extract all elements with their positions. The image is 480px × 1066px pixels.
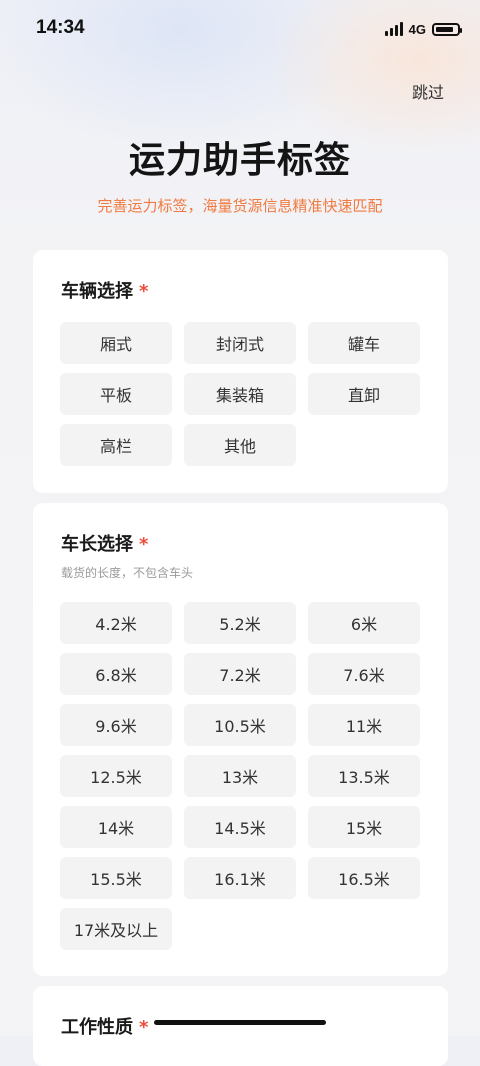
vehicle-type-chip[interactable]: 封闭式: [184, 322, 296, 364]
vehicle-section-label: 车辆选择: [61, 281, 133, 302]
status-icons: 4G: [384, 20, 462, 38]
vehicle-type-chip[interactable]: 直卸: [308, 373, 420, 415]
vehicle-length-chip[interactable]: 12.5米: [60, 755, 172, 797]
length-hint: 载货的长度，不包含车头: [61, 566, 194, 580]
vehicle-type-chip[interactable]: 集装箱: [184, 373, 296, 415]
vehicle-type-chip[interactable]: 高栏: [60, 424, 172, 466]
vehicle-length-options: 4.2米 5.2米 6米 6.8米 7.2米 7.6米 9.6米 10.5米 11米 12.5米 1…: [60, 602, 422, 950]
skip-button[interactable]: 跳过: [412, 79, 444, 103]
vehicle-length-card: 车长选择 * 载货的长度，不包含车头 4.2米 5.2米 6米 6.8米 7.2米 7.6米…: [33, 503, 448, 976]
vehicle-length-chip[interactable]: 15.5米: [60, 857, 172, 899]
vehicle-section-title: 车辆选择 *: [61, 277, 148, 303]
required-mark: *: [139, 534, 149, 555]
page-title: 运力助手标签: [128, 140, 351, 181]
vehicle-length-chip[interactable]: 14.5米: [184, 806, 296, 848]
status-bar: 14:34 4G: [0, 0, 480, 56]
vehicle-type-chip[interactable]: 罐车: [308, 322, 420, 364]
length-section-label: 车长选择: [61, 534, 133, 555]
vehicle-length-chip[interactable]: 6.8米: [60, 653, 172, 695]
vehicle-length-chip[interactable]: 17米及以上: [60, 908, 172, 950]
home-indicator: [154, 1020, 326, 1025]
vehicle-length-chip[interactable]: 16.5米: [308, 857, 420, 899]
vehicle-length-chip[interactable]: 13米: [184, 755, 296, 797]
vehicle-type-chip[interactable]: 厢式: [60, 322, 172, 364]
vehicle-length-chip[interactable]: 10.5米: [184, 704, 296, 746]
vehicle-length-chip[interactable]: 11米: [308, 704, 420, 746]
vehicle-type-chip[interactable]: 其他: [184, 424, 296, 466]
network-type: 4G: [408, 21, 426, 37]
battery-level: [436, 26, 453, 32]
vehicle-length-chip[interactable]: 7.6米: [308, 653, 420, 695]
vehicle-length-chip[interactable]: 13.5米: [308, 755, 420, 797]
vehicle-type-card: 车辆选择 * 厢式 封闭式 罐车平板 集装箱 直卸高栏 其他: [33, 250, 448, 493]
vehicle-length-chip[interactable]: 5.2米: [184, 602, 296, 644]
status-time: 14:34: [36, 17, 85, 38]
work-section-title: 工作性质 *: [61, 1013, 148, 1039]
length-section-title: 车长选择 *: [61, 530, 148, 556]
vehicle-type-options: 厢式 封闭式 罐车平板 集装箱 直卸高栏 其他: [60, 322, 422, 466]
vehicle-length-chip[interactable]: 7.2米: [184, 653, 296, 695]
vehicle-length-chip[interactable]: 9.6米: [60, 704, 172, 746]
vehicle-length-chip[interactable]: 14米: [60, 806, 172, 848]
signal-icon: [384, 22, 403, 36]
work-section-label: 工作性质: [61, 1017, 133, 1038]
required-mark: *: [139, 281, 149, 302]
vehicle-length-chip[interactable]: 6米: [308, 602, 420, 644]
work-nature-card: 工作性质 *: [33, 986, 448, 1066]
vehicle-length-chip[interactable]: 16.1米: [184, 857, 296, 899]
vehicle-type-chip[interactable]: 平板: [60, 373, 172, 415]
vehicle-length-chip[interactable]: 4.2米: [60, 602, 172, 644]
page-subtitle: 完善运力标签，海量货源信息精准快速匹配: [97, 197, 383, 215]
required-mark: *: [139, 1017, 149, 1038]
vehicle-length-chip[interactable]: 15米: [308, 806, 420, 848]
battery-icon: [432, 22, 462, 36]
